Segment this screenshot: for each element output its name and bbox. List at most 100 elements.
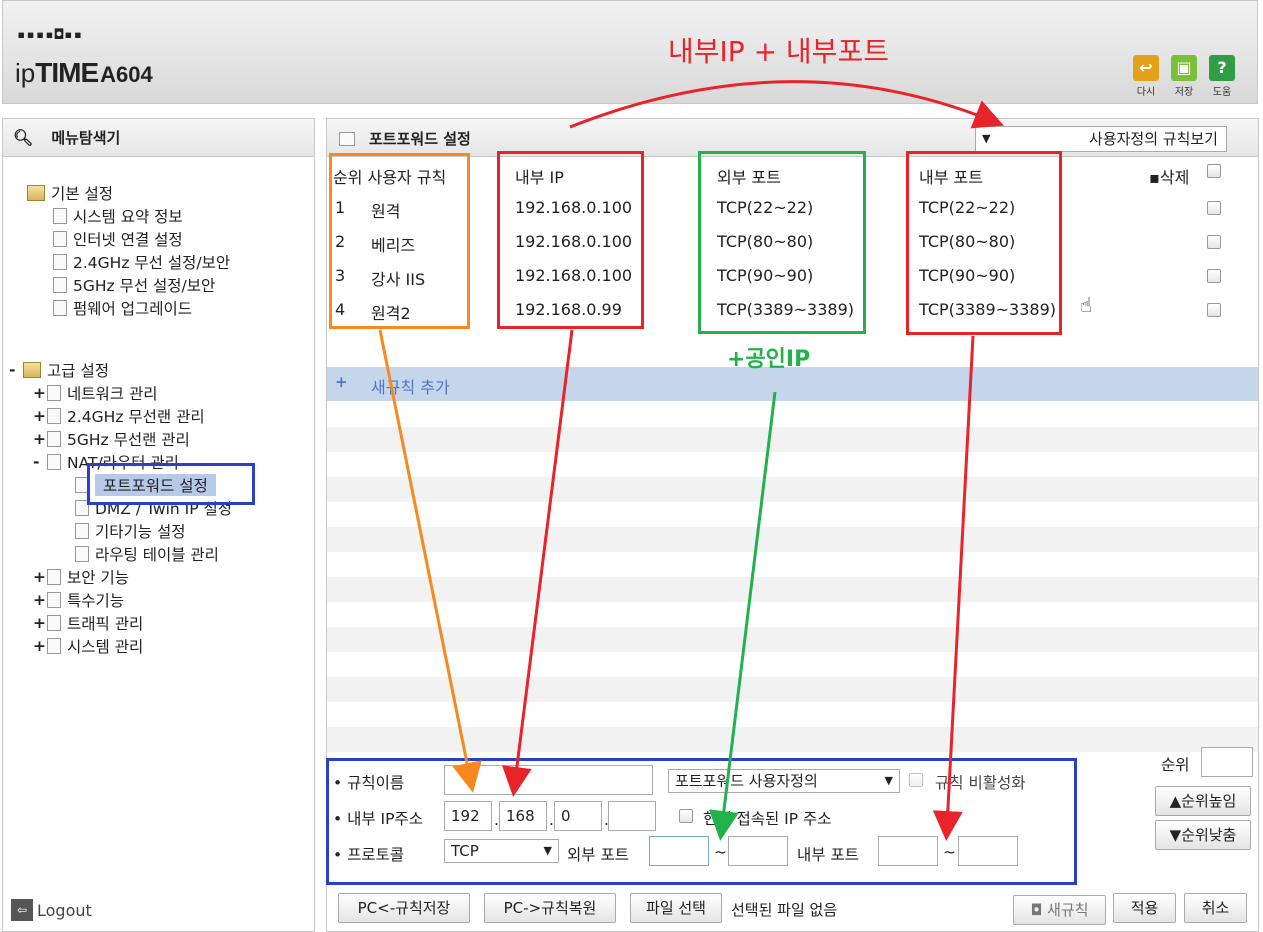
rank-up-button[interactable]: ▲순위높임 — [1155, 786, 1251, 816]
tree-firmware-upgrade[interactable]: 펌웨어 업그레이드 — [53, 297, 192, 319]
collapse-toggle[interactable]: - — [9, 361, 23, 379]
cell-ext-port: TCP(90~90) — [717, 266, 814, 285]
tree-nat-router-mgmt[interactable]: - NAT/라우터 관리 — [33, 451, 179, 473]
file-status: 선택된 파일 없음 — [731, 901, 838, 919]
rule-view-value: 사용자정의 규칙보기 — [1089, 130, 1218, 148]
tree-port-forward[interactable]: 포트포워드 설정 — [75, 474, 216, 496]
table-row[interactable]: 3 강사 IIS 192.168.0.100 TCP(90~90) TCP(90… — [327, 259, 1258, 293]
tree-dmz-twinip[interactable]: DMZ / Twin IP 설정 — [75, 497, 232, 519]
rule-name-input[interactable] — [444, 765, 653, 795]
expand-toggle[interactable]: + — [33, 384, 47, 402]
router-icon — [47, 454, 61, 470]
cancel-button[interactable]: 취소 — [1184, 893, 1247, 923]
internal-port-end[interactable] — [958, 836, 1018, 866]
empty-row — [327, 677, 1258, 702]
cell-rank: 4 — [335, 300, 346, 319]
row-delete-checkbox[interactable] — [1207, 235, 1221, 249]
row-delete-checkbox[interactable] — [1207, 269, 1221, 283]
logo-main: TIME — [35, 57, 99, 88]
tree-basic-settings[interactable]: 기본 설정 — [27, 182, 113, 204]
rule-type-value: 포트포워드 사용자정의 — [675, 772, 818, 790]
tree-internet-setup[interactable]: 인터넷 연결 설정 — [53, 228, 183, 250]
expand-toggle[interactable]: + — [33, 614, 47, 632]
tree-system-mgmt[interactable]: + 시스템 관리 — [33, 635, 143, 657]
protocol-select[interactable]: TCP ▼ — [444, 839, 559, 863]
expand-toggle[interactable]: + — [33, 637, 47, 655]
expand-toggle[interactable]: + — [33, 568, 47, 586]
table-row[interactable]: 1 원격 192.168.0.100 TCP(22~22) TCP(22~22) — [327, 191, 1258, 225]
rank-label: 순위 — [1161, 756, 1190, 774]
expand-toggle[interactable]: + — [33, 407, 47, 425]
ip-octet-3[interactable]: 0 — [554, 801, 602, 831]
save-rules-to-pc-button[interactable]: PC<-규칙저장 — [338, 893, 470, 923]
ip-octet-2[interactable]: 168 — [499, 801, 547, 831]
external-port-start[interactable] — [649, 836, 709, 866]
protocol-value: TCP — [451, 842, 479, 860]
col-internal-port: 내부 포트 — [919, 168, 983, 187]
tree-network-mgmt[interactable]: + 네트워크 관리 — [33, 382, 158, 404]
cell-name: 베리즈 — [371, 236, 416, 255]
folder-icon — [23, 362, 41, 378]
menu-explorer: 🔍︎ 메뉴탐색기 기본 설정 시스템 요약 정보 인터넷 연결 설정 2.4GH… — [2, 118, 315, 932]
chart-icon — [53, 208, 67, 224]
expand-toggle[interactable]: + — [33, 430, 47, 448]
tree-wifi24-setup[interactable]: 2.4GHz 무선 설정/보안 — [53, 251, 230, 273]
tree-misc-functions[interactable]: 기타기능 설정 — [75, 520, 186, 542]
col-rank-rule: 순위 사용자 규칙 — [333, 168, 447, 187]
cell-ext-port: TCP(22~22) — [717, 198, 814, 217]
rule-view-select[interactable]: ▼ 사용자정의 규칙보기 — [975, 126, 1227, 152]
save-button[interactable]: ▣ 저장 — [1169, 55, 1199, 98]
col-delete: ▪삭제 — [1149, 164, 1189, 188]
apply-button[interactable]: 적용 — [1113, 893, 1176, 923]
disable-rule-checkbox[interactable] — [909, 773, 923, 787]
expand-toggle[interactable]: + — [33, 591, 47, 609]
cell-ext-port: TCP(3389~3389) — [717, 300, 854, 319]
wifi-icon — [53, 277, 67, 293]
ip-octet-1[interactable]: 192 — [444, 801, 492, 831]
select-all-checkbox[interactable] — [1207, 164, 1221, 178]
cell-name: 강사 IIS — [371, 270, 426, 289]
help-label: 도움 — [1212, 87, 1232, 98]
current-ip-checkbox[interactable] — [679, 809, 693, 823]
table-row[interactable]: 4 원격2 192.168.0.99 TCP(3389~3389) TCP(33… — [327, 293, 1258, 327]
add-rule-row[interactable]: + 새규칙 추가 — [327, 367, 1258, 401]
tree-wifi24-mgmt[interactable]: + 2.4GHz 무선랜 관리 — [33, 405, 205, 427]
network-icon — [47, 385, 61, 401]
tree-routing-table[interactable]: 라우팅 테이블 관리 — [75, 543, 219, 565]
tree-special[interactable]: + 특수기능 — [33, 589, 124, 611]
empty-row — [327, 727, 1258, 752]
rank-input[interactable] — [1201, 747, 1253, 777]
external-port-end[interactable] — [728, 836, 788, 866]
restore-rules-from-pc-button[interactable]: PC->규칙복원 — [484, 893, 616, 923]
file-select-button[interactable]: 파일 선택 — [630, 893, 722, 923]
tree-wifi5-mgmt[interactable]: + 5GHz 무선랜 관리 — [33, 428, 190, 450]
table-row[interactable]: 2 베리즈 192.168.0.100 TCP(80~80) TCP(80~80… — [327, 225, 1258, 259]
tree-advanced-settings[interactable]: - 고급 설정 — [9, 359, 109, 381]
logout-link[interactable]: ⇦ Logout — [11, 899, 92, 921]
cell-rank: 2 — [335, 232, 346, 251]
col-delete-label: 삭제 — [1159, 168, 1190, 187]
rule-type-select[interactable]: 포트포워드 사용자정의 ▼ — [668, 769, 900, 793]
empty-row — [327, 427, 1258, 452]
wifi-icon — [47, 408, 61, 424]
help-button[interactable]: ? 도움 — [1207, 55, 1237, 98]
ip-octet-4[interactable] — [608, 801, 656, 831]
undo-button[interactable]: ↩ 다시 — [1131, 55, 1161, 98]
internal-port-start[interactable] — [878, 836, 938, 866]
tree-wifi5-setup[interactable]: 5GHz 무선 설정/보안 — [53, 274, 215, 296]
external-port-label: 외부 포트 — [567, 846, 629, 864]
rank-down-button[interactable]: ▼순위낮춤 — [1155, 820, 1251, 850]
model-name: A604 — [100, 62, 153, 87]
new-rule-button[interactable]: ◘ 새규칙 — [1013, 895, 1106, 925]
tree-traffic[interactable]: + 트래픽 관리 — [33, 612, 143, 634]
collapse-toggle[interactable]: - — [33, 453, 47, 471]
tools-icon — [47, 592, 61, 608]
cell-int-port: TCP(90~90) — [919, 266, 1016, 285]
tree-security[interactable]: + 보안 기능 — [33, 566, 129, 588]
wifi-icon — [53, 254, 67, 270]
row-delete-checkbox[interactable] — [1207, 201, 1221, 215]
row-delete-checkbox[interactable] — [1207, 303, 1221, 317]
cell-rank: 1 — [335, 198, 346, 217]
tree-system-summary[interactable]: 시스템 요약 정보 — [53, 205, 183, 227]
undo-icon: ↩ — [1133, 55, 1159, 81]
